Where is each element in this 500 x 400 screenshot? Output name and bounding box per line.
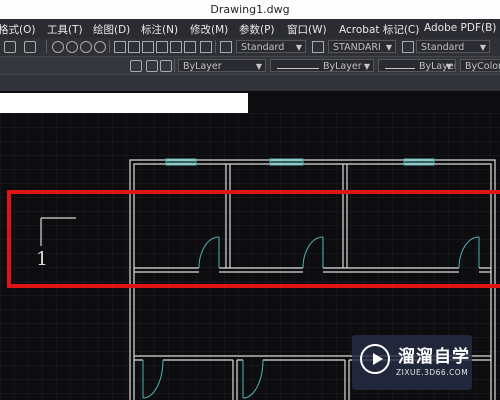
menu-parameters[interactable]: 参数(P) xyxy=(239,22,275,37)
make-current-layer-icon[interactable] xyxy=(160,60,172,72)
toolbar-secondary xyxy=(0,74,500,91)
help-icon[interactable] xyxy=(200,41,212,53)
zoom-window-icon[interactable] xyxy=(80,41,92,53)
menu-dimension[interactable]: 标注(N) xyxy=(141,22,178,37)
menu-format[interactable]: 格式(O) xyxy=(0,22,35,37)
menu-bar: 格式(O) 工具(T) 绘图(D) 标注(N) 修改(M) 参数(P) 窗口(W… xyxy=(0,19,500,38)
room-label-number: 1 xyxy=(36,248,48,270)
undo-icon[interactable] xyxy=(4,41,16,53)
pan-icon[interactable] xyxy=(52,41,64,53)
menu-draw[interactable]: 绘图(D) xyxy=(93,22,130,37)
toolbar-standard: Standard ▼ STANDARI ▼ Standard ▼ xyxy=(0,38,500,56)
window-title: Drawing1.dwg xyxy=(210,3,290,16)
lineweight-select[interactable]: ByLayer ▼ xyxy=(378,59,456,72)
menu-acrobat-markup[interactable]: Acrobat 标记(C) xyxy=(339,22,419,37)
sheet-set-icon[interactable] xyxy=(156,41,168,53)
markup-icon[interactable] xyxy=(170,41,182,53)
watermark: 溜溜自学 ZIXUE.3D66.COM xyxy=(352,335,472,390)
menu-window[interactable]: 窗口(W) xyxy=(287,22,327,37)
table-style-select[interactable]: Standard ▼ xyxy=(416,40,490,53)
menu-adobe-pdf[interactable]: Adobe PDF(B) xyxy=(424,22,496,34)
plot-style-select[interactable]: ByColor xyxy=(460,59,500,72)
watermark-title: 溜溜自学 xyxy=(398,347,470,367)
command-input-box[interactable] xyxy=(0,93,248,113)
table-style-icon[interactable] xyxy=(402,41,414,53)
properties-icon[interactable] xyxy=(114,41,126,53)
toolbar-layers: ByLayer ▼ ByLayer ▼ ByLayer ▼ ByColor xyxy=(0,56,500,75)
dim-style-icon[interactable] xyxy=(312,41,324,53)
redo-icon[interactable] xyxy=(24,41,36,53)
design-center-icon[interactable] xyxy=(128,41,140,53)
layer-previous-icon[interactable] xyxy=(146,60,158,72)
text-style-select[interactable]: Standard ▼ xyxy=(236,40,306,53)
watermark-logo-icon xyxy=(360,344,390,374)
menu-modify[interactable]: 修改(M) xyxy=(190,22,228,37)
menu-tools[interactable]: 工具(T) xyxy=(47,22,83,37)
quickcalc-icon[interactable] xyxy=(184,41,196,53)
tool-palettes-icon[interactable] xyxy=(142,41,154,53)
title-bar: Drawing1.dwg xyxy=(0,0,500,20)
text-style-icon[interactable] xyxy=(220,41,232,53)
linetype-select[interactable]: ByLayer ▼ xyxy=(270,59,374,72)
zoom-previous-icon[interactable] xyxy=(94,41,106,53)
layer-manager-icon[interactable] xyxy=(130,60,142,72)
zoom-realtime-icon[interactable] xyxy=(66,41,78,53)
color-select[interactable]: ByLayer ▼ xyxy=(178,59,266,72)
watermark-url: ZIXUE.3D66.COM xyxy=(396,368,469,377)
dim-style-select[interactable]: STANDARI ▼ xyxy=(328,40,396,53)
